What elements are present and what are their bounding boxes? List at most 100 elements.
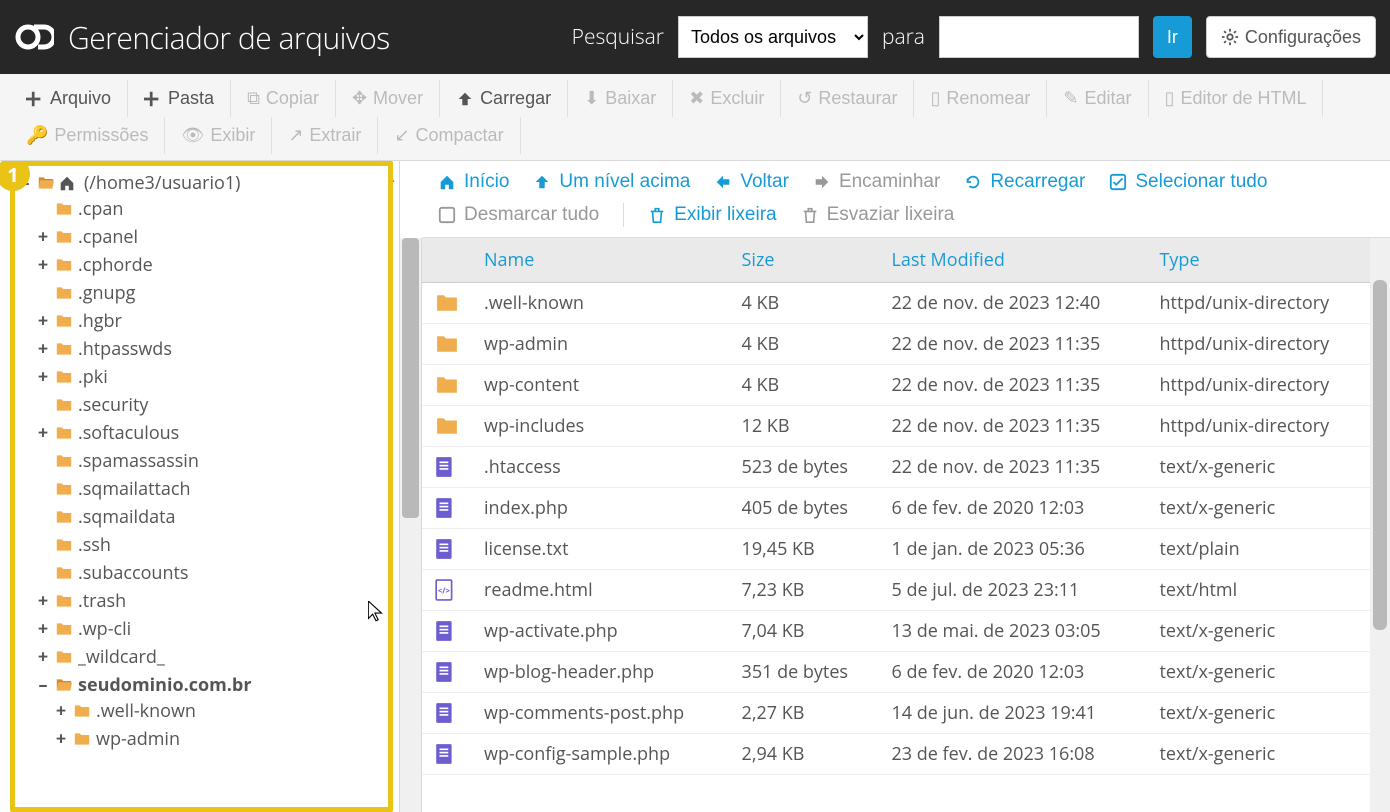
tree-item[interactable]: +.sqmailattach bbox=[36, 477, 395, 501]
tree-item[interactable]: +.cpanel bbox=[36, 225, 395, 249]
col-modified[interactable]: Last Modified bbox=[879, 238, 1147, 283]
cell-type: text/x-generic bbox=[1148, 652, 1371, 693]
tree-item[interactable]: +.cphorde bbox=[36, 253, 395, 277]
search-scope-select[interactable]: Todos os arquivos bbox=[678, 16, 868, 58]
tree-item[interactable]: +.trash bbox=[36, 589, 395, 613]
table-row[interactable]: wp-comments-post.php 2,27 KB 14 de jun. … bbox=[422, 693, 1370, 734]
permissions-button[interactable]: 🔑Permissões bbox=[10, 117, 165, 154]
folder-icon bbox=[434, 292, 460, 314]
compress-button[interactable]: ↙Compactar bbox=[378, 117, 520, 154]
tree-item[interactable]: +_wildcard_ bbox=[36, 645, 395, 669]
folder-icon bbox=[54, 509, 74, 525]
col-name[interactable]: Name bbox=[472, 238, 730, 283]
delete-button[interactable]: ✖Excluir bbox=[673, 80, 781, 117]
folder-icon bbox=[434, 415, 460, 437]
tree-item[interactable]: +.gnupg bbox=[36, 281, 395, 305]
cell-size: 4 KB bbox=[730, 365, 880, 406]
cell-modified: 14 de jun. de 2023 19:41 bbox=[879, 693, 1147, 734]
back-button[interactable]: Voltar bbox=[714, 171, 789, 193]
search-go-button[interactable]: Ir bbox=[1153, 16, 1192, 58]
tree-item[interactable]: +.well-known bbox=[54, 699, 395, 723]
extract-button[interactable]: ↗Extrair bbox=[272, 117, 378, 154]
home-button[interactable]: Início bbox=[438, 171, 509, 193]
home-icon bbox=[58, 174, 76, 192]
key-icon: 🔑 bbox=[26, 125, 48, 146]
cell-name: index.php bbox=[472, 488, 730, 529]
deselect-all-button[interactable]: Desmarcar tudo bbox=[438, 204, 599, 226]
reload-button[interactable]: Recarregar bbox=[964, 171, 1085, 193]
forward-button[interactable]: Encaminhar bbox=[813, 171, 940, 193]
folder-icon bbox=[72, 731, 92, 747]
tree-item[interactable]: +.sqmaildata bbox=[36, 505, 395, 529]
search-input[interactable] bbox=[939, 16, 1139, 58]
restore-button[interactable]: ↺Restaurar bbox=[781, 80, 914, 117]
col-type[interactable]: Type bbox=[1148, 238, 1371, 283]
tree-item-selected[interactable]: –seudominio.com.br bbox=[36, 673, 395, 697]
table-row[interactable]: index.php 405 de bytes 6 de fev. de 2020… bbox=[422, 488, 1370, 529]
settings-button[interactable]: Configurações bbox=[1206, 16, 1376, 58]
move-button[interactable]: ✥Mover bbox=[336, 80, 440, 117]
folder-open-icon bbox=[54, 677, 74, 693]
tree-item[interactable]: +.hgbr bbox=[36, 309, 395, 333]
tree-item[interactable]: +.ssh bbox=[36, 533, 395, 557]
cell-type: text/x-generic bbox=[1148, 488, 1371, 529]
html-editor-icon: ▯ bbox=[1165, 88, 1175, 109]
copy-button[interactable]: ⧉Copiar bbox=[231, 80, 336, 117]
download-button[interactable]: ⬇Baixar bbox=[568, 80, 673, 117]
tree-item[interactable]: +.wp-cli bbox=[36, 617, 395, 641]
tree-item[interactable]: +.cpan bbox=[36, 197, 395, 221]
select-all-button[interactable]: Selecionar tudo bbox=[1109, 171, 1267, 193]
tree-item[interactable]: +.pki bbox=[36, 365, 395, 389]
folder-icon bbox=[54, 397, 74, 413]
tree-item[interactable]: +.security bbox=[36, 393, 395, 417]
scrollbar-right[interactable] bbox=[1370, 238, 1390, 812]
cell-size: 351 de bytes bbox=[730, 652, 880, 693]
table-row[interactable]: license.txt 19,45 KB 1 de jan. de 2023 0… bbox=[422, 529, 1370, 570]
folder-icon bbox=[54, 425, 74, 441]
page-title: Gerenciador de arquivos bbox=[68, 17, 390, 58]
cell-name: wp-config-sample.php bbox=[472, 734, 730, 775]
table-row[interactable]: wp-includes 12 KB 22 de nov. de 2023 11:… bbox=[422, 406, 1370, 447]
table-row[interactable]: wp-activate.php 7,04 KB 13 de mai. de 20… bbox=[422, 611, 1370, 652]
file-table: Name Size Last Modified Type .well-known… bbox=[422, 238, 1370, 812]
tree-root-node[interactable]: –(/home3/usuario1) bbox=[18, 171, 395, 195]
plus-icon bbox=[144, 90, 162, 108]
new-folder-button[interactable]: Pasta bbox=[128, 80, 231, 117]
table-row[interactable]: wp-blog-header.php 351 de bytes 6 de fev… bbox=[422, 652, 1370, 693]
new-file-button[interactable]: Arquivo bbox=[10, 80, 128, 117]
tree-item[interactable]: +.softaculous bbox=[36, 421, 395, 445]
upload-icon bbox=[456, 90, 474, 108]
folder-icon bbox=[54, 285, 74, 301]
eye-icon: 👁 bbox=[181, 125, 204, 146]
col-size[interactable]: Size bbox=[730, 238, 880, 283]
table-row[interactable]: .htaccess 523 de bytes 22 de nov. de 202… bbox=[422, 447, 1370, 488]
cell-size: 7,04 KB bbox=[730, 611, 880, 652]
table-row[interactable]: wp-content 4 KB 22 de nov. de 2023 11:35… bbox=[422, 365, 1370, 406]
edit-button[interactable]: ✎Editar bbox=[1047, 80, 1148, 117]
cell-size: 2,94 KB bbox=[730, 734, 880, 775]
cell-size: 405 de bytes bbox=[730, 488, 880, 529]
html-editor-button[interactable]: ▯Editor de HTML bbox=[1149, 80, 1324, 117]
folder-icon bbox=[54, 201, 74, 217]
tree-item[interactable]: +.subaccounts bbox=[36, 561, 395, 585]
table-row[interactable]: wp-admin 4 KB 22 de nov. de 2023 11:35 h… bbox=[422, 324, 1370, 365]
table-row[interactable]: wp-config-sample.php 2,94 KB 23 de fev. … bbox=[422, 734, 1370, 775]
scrollbar-left[interactable] bbox=[400, 238, 422, 812]
view-button[interactable]: 👁Exibir bbox=[165, 117, 272, 154]
folder-icon bbox=[54, 229, 74, 245]
move-icon: ✥ bbox=[352, 88, 367, 109]
table-row[interactable]: .well-known 4 KB 22 de nov. de 2023 12:4… bbox=[422, 283, 1370, 324]
upload-button[interactable]: Carregar bbox=[440, 80, 568, 117]
rename-button[interactable]: ▯Renomear bbox=[914, 80, 1047, 117]
table-row[interactable]: readme.html 7,23 KB 5 de jul. de 2023 23… bbox=[422, 570, 1370, 611]
tree-item[interactable]: +wp-admin bbox=[54, 727, 395, 751]
edit-icon: ✎ bbox=[1063, 88, 1078, 109]
up-level-button[interactable]: Um nível acima bbox=[533, 171, 690, 193]
empty-trash-button[interactable]: Esvaziar lixeira bbox=[801, 204, 955, 226]
cell-name: wp-content bbox=[472, 365, 730, 406]
tree-item[interactable]: +.htpasswds bbox=[36, 337, 395, 361]
show-trash-button[interactable]: Exibir lixeira bbox=[648, 204, 776, 226]
cell-type: httpd/unix-directory bbox=[1148, 283, 1371, 324]
tree-item[interactable]: +.spamassassin bbox=[36, 449, 395, 473]
trash-icon bbox=[801, 206, 819, 224]
